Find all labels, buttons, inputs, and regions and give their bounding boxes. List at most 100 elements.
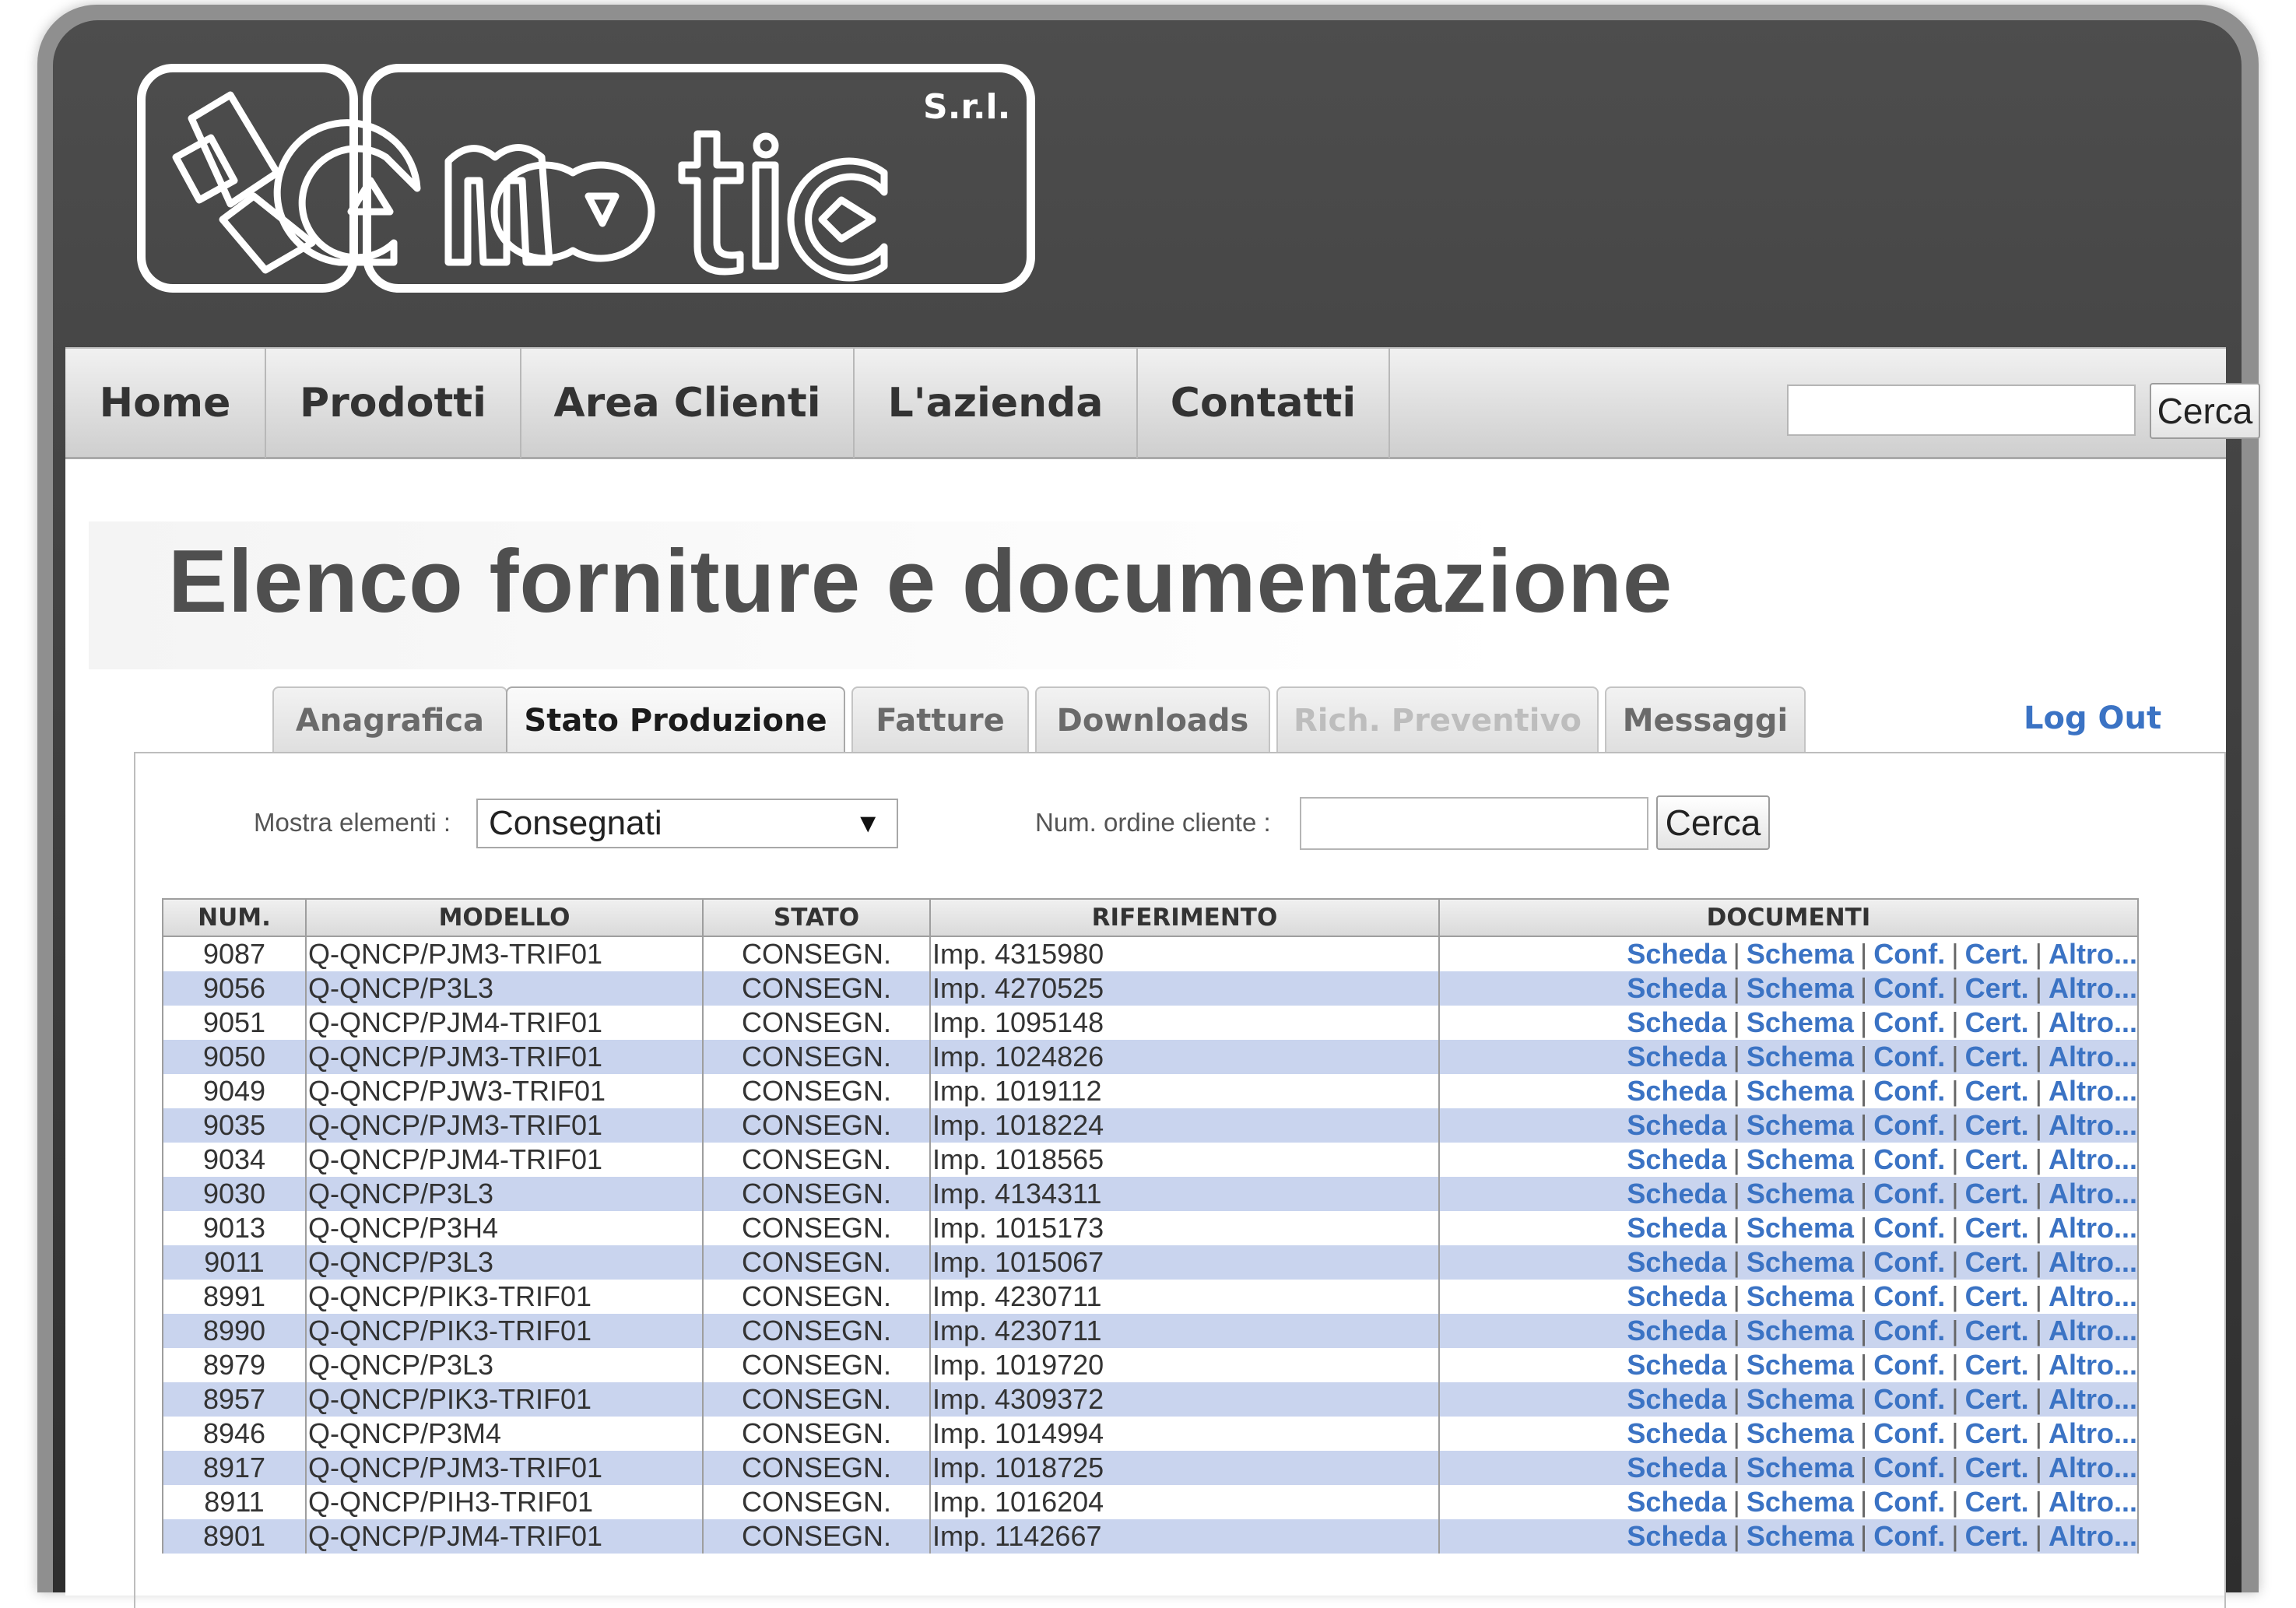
doc-link-cert[interactable]: Cert. [1965,1212,2029,1244]
doc-link-cert[interactable]: Cert. [1965,1349,2029,1381]
doc-link-cert[interactable]: Cert. [1965,1280,2029,1312]
doc-link-scheda[interactable]: Scheda [1627,1109,1726,1141]
doc-link-scheda[interactable]: Scheda [1627,1075,1726,1107]
doc-link-schema[interactable]: Schema [1747,1452,1854,1483]
doc-link-altro[interactable]: Altro... [2048,1178,2136,1210]
doc-link-conf[interactable]: Conf. [1873,1178,1945,1210]
doc-link-scheda[interactable]: Scheda [1627,1246,1726,1278]
doc-link-scheda[interactable]: Scheda [1627,1383,1726,1415]
doc-link-schema[interactable]: Schema [1747,938,1854,970]
doc-link-conf[interactable]: Conf. [1873,1109,1945,1141]
doc-link-cert[interactable]: Cert. [1965,1246,2029,1278]
col-stato-header[interactable]: STATO [702,898,931,937]
doc-link-cert[interactable]: Cert. [1965,1486,2029,1518]
doc-link-scheda[interactable]: Scheda [1627,1349,1726,1381]
doc-link-schema[interactable]: Schema [1747,1520,1854,1552]
logout-link[interactable]: Log Out [2024,700,2161,736]
doc-link-conf[interactable]: Conf. [1873,972,1945,1004]
doc-link-altro[interactable]: Altro... [2048,1315,2136,1346]
doc-link-cert[interactable]: Cert. [1965,1520,2029,1552]
doc-link-schema[interactable]: Schema [1747,1246,1854,1278]
doc-link-conf[interactable]: Conf. [1873,1246,1945,1278]
doc-link-scheda[interactable]: Scheda [1627,1520,1726,1552]
col-riferimento-header[interactable]: RIFERIMENTO [929,898,1440,937]
doc-link-cert[interactable]: Cert. [1965,1383,2029,1415]
doc-link-altro[interactable]: Altro... [2048,938,2136,970]
doc-link-cert[interactable]: Cert. [1965,938,2029,970]
tab-downloads[interactable]: Downloads [1035,686,1270,752]
doc-link-scheda[interactable]: Scheda [1627,1212,1726,1244]
doc-link-schema[interactable]: Schema [1747,1383,1854,1415]
doc-link-cert[interactable]: Cert. [1965,1178,2029,1210]
doc-link-altro[interactable]: Altro... [2048,1452,2136,1483]
doc-link-schema[interactable]: Schema [1747,1143,1854,1175]
doc-link-scheda[interactable]: Scheda [1627,1486,1726,1518]
doc-link-cert[interactable]: Cert. [1965,1315,2029,1346]
doc-link-schema[interactable]: Schema [1747,1486,1854,1518]
nav-azienda[interactable]: L'azienda [855,349,1138,458]
doc-link-schema[interactable]: Schema [1747,1109,1854,1141]
doc-link-altro[interactable]: Altro... [2048,1006,2136,1038]
tab-messaggi[interactable]: Messaggi [1605,686,1806,752]
doc-link-altro[interactable]: Altro... [2048,1383,2136,1415]
doc-link-cert[interactable]: Cert. [1965,1006,2029,1038]
doc-link-schema[interactable]: Schema [1747,1349,1854,1381]
doc-link-conf[interactable]: Conf. [1873,1280,1945,1312]
doc-link-conf[interactable]: Conf. [1873,1383,1945,1415]
doc-link-altro[interactable]: Altro... [2048,1212,2136,1244]
doc-link-altro[interactable]: Altro... [2048,1075,2136,1107]
doc-link-conf[interactable]: Conf. [1873,1520,1945,1552]
doc-link-schema[interactable]: Schema [1747,972,1854,1004]
doc-link-altro[interactable]: Altro... [2048,1246,2136,1278]
site-search-input[interactable] [1787,384,2136,436]
show-elements-select[interactable]: Consegnati ▼ [476,799,898,848]
col-num-header[interactable]: NUM. [162,898,307,937]
tab-stato-produzione[interactable]: Stato Produzione [506,686,845,752]
doc-link-scheda[interactable]: Scheda [1627,1280,1726,1312]
doc-link-altro[interactable]: Altro... [2048,1349,2136,1381]
doc-link-altro[interactable]: Altro... [2048,1143,2136,1175]
nav-area-clienti[interactable]: Area Clienti [521,349,855,458]
order-search-button[interactable]: Cerca [1656,795,1770,850]
tab-fatture[interactable]: Fatture [851,686,1029,752]
doc-link-schema[interactable]: Schema [1747,1212,1854,1244]
doc-link-schema[interactable]: Schema [1747,1178,1854,1210]
doc-link-conf[interactable]: Conf. [1873,938,1945,970]
doc-link-conf[interactable]: Conf. [1873,1075,1945,1107]
doc-link-conf[interactable]: Conf. [1873,1417,1945,1449]
order-number-input[interactable] [1300,797,1648,850]
tab-rich-preventivo[interactable]: Rich. Preventivo [1276,686,1599,752]
doc-link-altro[interactable]: Altro... [2048,972,2136,1004]
doc-link-altro[interactable]: Altro... [2048,1280,2136,1312]
doc-link-conf[interactable]: Conf. [1873,1041,1945,1073]
doc-link-cert[interactable]: Cert. [1965,1417,2029,1449]
doc-link-altro[interactable]: Altro... [2048,1041,2136,1073]
doc-link-cert[interactable]: Cert. [1965,1452,2029,1483]
doc-link-altro[interactable]: Altro... [2048,1520,2136,1552]
tab-anagrafica[interactable]: Anagrafica [272,686,507,752]
doc-link-scheda[interactable]: Scheda [1627,1452,1726,1483]
doc-link-schema[interactable]: Schema [1747,1041,1854,1073]
doc-link-scheda[interactable]: Scheda [1627,1041,1726,1073]
doc-link-cert[interactable]: Cert. [1965,1143,2029,1175]
doc-link-conf[interactable]: Conf. [1873,1452,1945,1483]
doc-link-conf[interactable]: Conf. [1873,1006,1945,1038]
doc-link-conf[interactable]: Conf. [1873,1212,1945,1244]
nav-prodotti[interactable]: Prodotti [266,349,521,458]
doc-link-schema[interactable]: Schema [1747,1075,1854,1107]
doc-link-schema[interactable]: Schema [1747,1417,1854,1449]
doc-link-scheda[interactable]: Scheda [1627,1143,1726,1175]
nav-contatti[interactable]: Contatti [1138,349,1390,458]
site-search-button[interactable]: Cerca [2150,383,2260,439]
doc-link-schema[interactable]: Schema [1747,1315,1854,1346]
doc-link-altro[interactable]: Altro... [2048,1417,2136,1449]
doc-link-scheda[interactable]: Scheda [1627,1178,1726,1210]
doc-link-altro[interactable]: Altro... [2048,1486,2136,1518]
doc-link-scheda[interactable]: Scheda [1627,1006,1726,1038]
doc-link-schema[interactable]: Schema [1747,1006,1854,1038]
doc-link-scheda[interactable]: Scheda [1627,972,1726,1004]
doc-link-cert[interactable]: Cert. [1965,972,2029,1004]
doc-link-cert[interactable]: Cert. [1965,1109,2029,1141]
doc-link-conf[interactable]: Conf. [1873,1315,1945,1346]
doc-link-scheda[interactable]: Scheda [1627,938,1726,970]
